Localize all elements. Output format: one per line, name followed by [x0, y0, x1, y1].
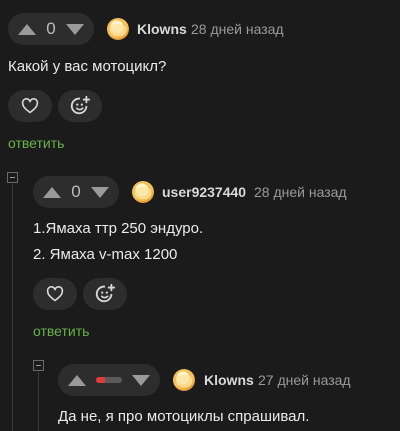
comment-time[interactable]: 28 дней назад — [191, 21, 284, 37]
avatar[interactable] — [107, 18, 129, 40]
heart-icon — [21, 98, 39, 114]
smiley-add-icon — [95, 283, 116, 303]
comment-author[interactable]: Klowns — [204, 372, 254, 388]
comment-text: Да не, я про мотоциклы спрашивал. — [58, 408, 310, 425]
triangle-down-icon[interactable] — [91, 186, 109, 198]
comment-text-line: 2. Ямаха v-max 1200 — [33, 246, 178, 263]
react-button[interactable] — [58, 90, 102, 122]
avatar[interactable] — [132, 181, 154, 203]
thread-line — [38, 372, 39, 431]
react-button[interactable] — [83, 278, 127, 310]
triangle-up-icon[interactable] — [18, 23, 36, 35]
collapse-minus-icon[interactable] — [7, 172, 18, 183]
triangle-up-icon[interactable] — [43, 186, 61, 198]
comment-time[interactable]: 28 дней назад — [254, 184, 347, 200]
comment-author[interactable]: user9237440 — [162, 184, 246, 200]
comment-text: Какой у вас мотоцикл? — [8, 58, 167, 75]
avatar[interactable] — [173, 369, 195, 391]
vote-control: 0 — [8, 13, 94, 45]
like-button[interactable] — [33, 278, 77, 310]
like-button[interactable] — [8, 90, 52, 122]
vote-count: 0 — [46, 19, 56, 38]
comment-text-line: 1.Ямаха ттр 250 эндуро. — [33, 220, 204, 237]
rating-bar — [96, 377, 122, 383]
triangle-up-icon[interactable] — [68, 374, 86, 386]
reply-link[interactable]: ответить — [33, 323, 89, 339]
vote-count: 0 — [71, 182, 81, 201]
triangle-down-icon[interactable] — [66, 23, 84, 35]
vote-control: 0 — [33, 176, 119, 208]
vote-control — [58, 364, 160, 396]
comment-author[interactable]: Klowns — [137, 21, 187, 37]
reply-link[interactable]: ответить — [8, 135, 64, 151]
smiley-add-icon — [70, 95, 91, 115]
triangle-down-icon[interactable] — [132, 374, 150, 386]
comment-time[interactable]: 27 дней назад — [258, 372, 351, 388]
thread-line — [12, 184, 13, 431]
heart-icon — [46, 286, 64, 302]
collapse-minus-icon[interactable] — [33, 360, 44, 371]
